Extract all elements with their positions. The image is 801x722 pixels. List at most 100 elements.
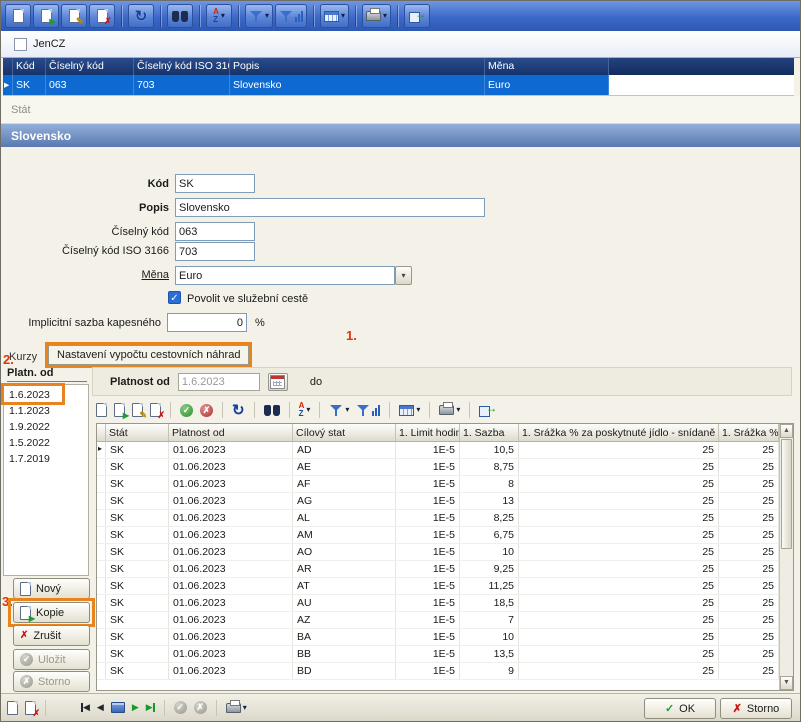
scrollbar-thumb[interactable] [781,439,792,549]
open-record-button[interactable]: ▶ [33,4,59,28]
nav-next-button[interactable]: ▶ [132,703,139,712]
row-marker [97,578,106,594]
column-header-sazba[interactable]: 1. Sazba [460,424,519,441]
novy-button[interactable]: Nový [13,578,90,599]
kapesne-field[interactable] [167,313,247,332]
cell-sazba: 7 [460,612,519,628]
table-row[interactable]: SK 01.06.2023 AO 1E-5 10 25 25 [97,544,779,561]
table-row[interactable]: SK 01.06.2023 BB 1E-5 13,5 25 25 [97,646,779,663]
column-header-mena[interactable]: Měna [485,58,609,75]
table-row[interactable]: SK 01.06.2023 AT 1E-5 11,25 25 25 [97,578,779,595]
columns-button[interactable]: ▾ [320,4,349,28]
table-row[interactable]: SK 01.06.2023 AF 1E-5 8 25 25 [97,476,779,493]
open-document-icon: ▶ [41,9,52,23]
sort-button[interactable]: AZ ▾ [206,4,232,28]
detail-accept-button[interactable]: ✓ [180,404,193,417]
validity-column-header[interactable]: Platn. od [7,367,87,382]
zrusit-button[interactable]: ✗ Zrušit [13,625,90,646]
column-header-kod[interactable]: Kód [13,58,46,75]
detail-filter-button[interactable]: ▾ [329,404,349,417]
detail-delete-button[interactable]: ✗ [150,403,161,417]
povolit-checkbox[interactable] [168,291,181,304]
detail-print-button[interactable]: ▾ [439,405,460,415]
calendar-button[interactable] [268,373,288,391]
ok-button[interactable]: ✓ OK [644,698,716,719]
detail-new-button[interactable] [96,403,107,417]
detail-columns-button[interactable]: ▾ [399,405,420,416]
footer-accept-button: ✓ [174,701,187,714]
refresh-icon: ↻ [232,403,245,418]
detail-filter-values-button[interactable] [356,404,380,417]
platnost-od-field[interactable] [178,373,260,391]
column-header-iso[interactable]: Číselný kód ISO 3166 [134,58,230,75]
column-header-platnost-od[interactable]: Platnost od [169,424,293,441]
column-header-stat[interactable]: Stát [106,424,169,441]
table-row[interactable]: SK 01.06.2023 AL 1E-5 8,25 25 25 [97,510,779,527]
print-button[interactable]: ▾ [362,4,391,28]
table-row[interactable]: SK 01.06.2023 BD 1E-5 9 25 25 [97,663,779,680]
table-row[interactable]: SK 01.06.2023 AE 1E-5 8,75 25 25 [97,459,779,476]
country-row-selected[interactable]: ▸ SK 063 703 Slovensko Euro [3,75,794,96]
search-button[interactable] [167,4,193,28]
kod-field[interactable] [175,174,255,193]
detail-open-button[interactable]: ▶ [114,403,125,417]
vertical-scrollbar[interactable]: ▲ ▼ [779,424,793,690]
record-log-button[interactable] [111,702,125,713]
detail-search-button[interactable] [264,405,280,416]
column-header-limit-hodin[interactable]: 1. Limit hodin [396,424,460,441]
nav-first-button[interactable]: ◀ [81,703,90,712]
table-row[interactable]: SK 01.06.2023 AG 1E-5 13 25 25 [97,493,779,510]
cell-platnost-od: 01.06.2023 [169,561,293,577]
chevron-down-icon: ▾ [345,406,349,414]
table-row[interactable]: SK 01.06.2023 AZ 1E-5 7 25 25 [97,612,779,629]
scroll-down-button[interactable]: ▼ [780,676,793,690]
table-row[interactable]: SK 01.06.2023 BA 1E-5 10 25 25 [97,629,779,646]
validity-item[interactable]: 1.1.2023 [4,403,88,419]
column-header-srazka-pos[interactable]: 1. Srážka % za pos [719,424,779,441]
row-marker [97,629,106,645]
validity-item[interactable]: 1.7.2019 [4,451,88,467]
mena-label[interactable]: Měna [9,269,169,281]
cell-srazka-pos: 25 [719,578,779,594]
table-row[interactable]: ▸ SK 01.06.2023 AD 1E-5 10,5 25 25 [97,442,779,459]
mena-dropdown-button[interactable]: ▾ [395,266,412,285]
column-header-ciselny-kod[interactable]: Číselný kód [46,58,134,75]
cell-platnost-od: 01.06.2023 [169,527,293,543]
jencz-checkbox[interactable] [14,38,27,51]
accept-icon: ✓ [174,701,187,714]
export-button[interactable] [404,4,430,28]
row-filler [609,75,794,95]
table-row[interactable]: SK 01.06.2023 AU 1E-5 18,5 25 25 [97,595,779,612]
nav-prev-button[interactable]: ◀ [97,703,104,712]
column-header-popis[interactable]: Popis [230,58,485,75]
edit-record-button[interactable]: ✎ [61,4,87,28]
table-row[interactable]: SK 01.06.2023 AM 1E-5 6,75 25 25 [97,527,779,544]
footer-delete-button[interactable]: ✗ [25,701,36,715]
validity-item[interactable]: 1.9.2022 [4,419,88,435]
validity-item[interactable]: 1.5.2022 [4,435,88,451]
detail-refresh-button[interactable]: ↻ [232,403,245,418]
detail-cancel-button[interactable]: ✗ [200,404,213,417]
iso-field[interactable] [175,242,255,261]
delete-record-button[interactable]: ✗ [89,4,115,28]
column-header-srazka-snidane[interactable]: 1. Srážka % za poskytnuté jídlo - snídan… [519,424,719,441]
column-header-cilovy-stat[interactable]: Cílový stat [293,424,396,441]
scroll-up-button[interactable]: ▲ [780,424,793,438]
storno-button[interactable]: ✗ Storno [720,698,792,719]
table-row[interactable]: SK 01.06.2023 AR 1E-5 9,25 25 25 [97,561,779,578]
new-record-button[interactable] [5,4,31,28]
popis-field[interactable] [175,198,485,217]
nav-last-button[interactable]: ▶ [146,703,155,712]
detail-sort-button[interactable]: AZ▾ [299,402,311,418]
edit-document-icon: ✎ [69,9,80,23]
filter-values-button[interactable] [275,4,307,28]
tab-nastaveni-nahrad[interactable]: Nastavení vypočtu cestovních náhrad [48,345,249,365]
refresh-button[interactable]: ↻ [128,4,154,28]
ciselny-kod-field[interactable] [175,222,255,241]
filter-button[interactable]: ▾ [245,4,273,28]
mena-field[interactable] [175,266,395,285]
footer-print-button[interactable]: ▾ [226,703,247,713]
detail-export-button[interactable] [479,404,496,416]
detail-edit-button[interactable]: ✎ [132,403,143,417]
footer-new-button[interactable] [7,701,18,715]
